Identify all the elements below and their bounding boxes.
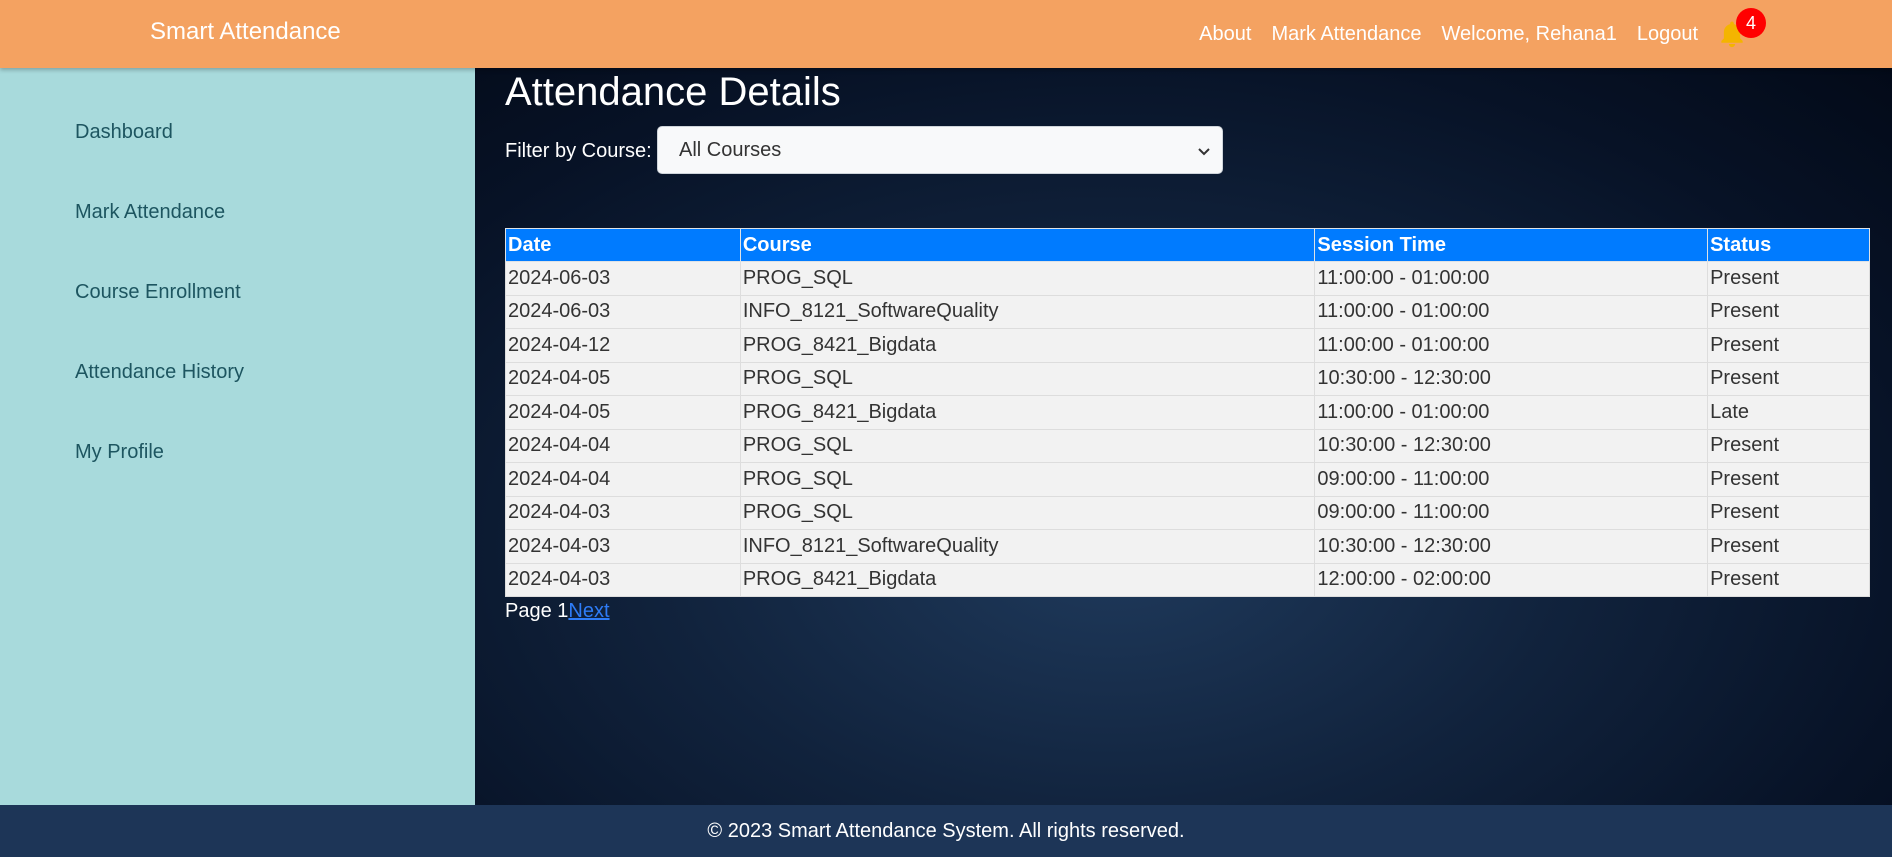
cell-status: Present [1707,428,1870,463]
table-row: 2024-04-03 INFO_8121_SoftwareQuality 10:… [505,529,1870,564]
chevron-down-icon [1198,148,1210,156]
cell-course: PROG_SQL [739,261,1316,296]
cell-session-time: 11:00:00 - 01:00:00 [1314,395,1709,430]
cell-session-time: 12:00:00 - 02:00:00 [1314,562,1709,597]
cell-course: PROG_SQL [739,361,1316,396]
footer-copyright: © 2023 Smart Attendance System. All righ… [707,819,1185,842]
nav-welcome-user[interactable]: Welcome, Rehana1 [1442,23,1617,46]
column-header-session-time[interactable]: Session Time [1314,228,1709,262]
cell-course: INFO_8121_SoftwareQuality [739,294,1316,329]
cell-course: INFO_8121_SoftwareQuality [739,529,1316,564]
sidebar-item-dashboard[interactable]: Dashboard [75,121,173,144]
page-indicator: Page 1 [505,600,569,622]
column-header-date[interactable]: Date [505,228,741,262]
table-row: 2024-04-05 PROG_SQL 10:30:00 - 12:30:00 … [505,361,1870,396]
cell-session-time: 09:00:00 - 11:00:00 [1314,495,1709,530]
pagination: Page 1Next [505,600,610,623]
cell-status: Late [1707,395,1870,430]
sidebar: Dashboard Mark Attendance Course Enrollm… [0,68,475,805]
table-row: 2024-04-03 PROG_8421_Bigdata 12:00:00 - … [505,562,1870,597]
cell-course: PROG_8421_Bigdata [739,562,1316,597]
cell-session-time: 09:00:00 - 11:00:00 [1314,462,1709,497]
notifications-button[interactable]: 4 [1714,8,1766,54]
cell-session-time: 11:00:00 - 01:00:00 [1314,328,1709,363]
column-header-status[interactable]: Status [1707,228,1870,262]
cell-status: Present [1707,328,1870,363]
cell-date: 2024-04-04 [505,462,741,497]
navbar-links: About Mark Attendance Welcome, Rehana1 L… [1199,0,1766,68]
cell-session-time: 11:00:00 - 01:00:00 [1314,294,1709,329]
cell-course: PROG_SQL [739,428,1316,463]
table-row: 2024-06-03 INFO_8121_SoftwareQuality 11:… [505,294,1870,329]
cell-status: Present [1707,361,1870,396]
cell-date: 2024-06-03 [505,261,741,296]
cell-course: PROG_8421_Bigdata [739,328,1316,363]
cell-date: 2024-04-04 [505,428,741,463]
cell-session-time: 11:00:00 - 01:00:00 [1314,261,1709,296]
table-row: 2024-04-03 PROG_SQL 09:00:00 - 11:00:00 … [505,495,1870,530]
nav-mark-attendance-link[interactable]: Mark Attendance [1271,23,1421,46]
course-filter-select[interactable]: All Courses [657,126,1223,174]
table-row: 2024-06-03 PROG_SQL 11:00:00 - 01:00:00 … [505,261,1870,296]
cell-date: 2024-04-12 [505,328,741,363]
cell-date: 2024-04-03 [505,562,741,597]
cell-course: PROG_SQL [739,462,1316,497]
course-filter-selected-value: All Courses [679,138,782,161]
top-navbar: Smart Attendance About Mark Attendance W… [0,0,1892,68]
cell-date: 2024-04-03 [505,495,741,530]
cell-date: 2024-04-03 [505,529,741,564]
cell-date: 2024-04-05 [505,361,741,396]
cell-session-time: 10:30:00 - 12:30:00 [1314,361,1709,396]
cell-session-time: 10:30:00 - 12:30:00 [1314,428,1709,463]
table-row: 2024-04-04 PROG_SQL 09:00:00 - 11:00:00 … [505,462,1870,497]
main-content: Attendance Details Filter by Course: All… [475,68,1892,805]
cell-status: Present [1707,261,1870,296]
cell-status: Present [1707,462,1870,497]
footer: © 2023 Smart Attendance System. All righ… [0,805,1892,857]
course-filter-label: Filter by Course: [505,140,652,162]
next-page-link[interactable]: Next [568,600,609,622]
table-row: 2024-04-04 PROG_SQL 10:30:00 - 12:30:00 … [505,428,1870,463]
sidebar-item-course-enrollment[interactable]: Course Enrollment [75,281,241,304]
nav-about-link[interactable]: About [1199,23,1251,46]
column-header-course[interactable]: Course [739,228,1316,262]
table-row: 2024-04-12 PROG_8421_Bigdata 11:00:00 - … [505,328,1870,363]
table-header-row: Date Course Session Time Status [505,228,1870,262]
cell-date: 2024-04-05 [505,395,741,430]
cell-session-time: 10:30:00 - 12:30:00 [1314,529,1709,564]
cell-date: 2024-06-03 [505,294,741,329]
cell-status: Present [1707,294,1870,329]
sidebar-item-attendance-history[interactable]: Attendance History [75,361,244,384]
sidebar-item-mark-attendance[interactable]: Mark Attendance [75,201,225,224]
page-title: Attendance Details [505,70,841,114]
notification-count-badge: 4 [1736,8,1766,38]
attendance-table: Date Course Session Time Status 2024-06-… [505,228,1870,597]
cell-status: Present [1707,495,1870,530]
brand-link[interactable]: Smart Attendance [150,18,341,46]
cell-status: Present [1707,529,1870,564]
sidebar-item-my-profile[interactable]: My Profile [75,441,164,464]
cell-course: PROG_8421_Bigdata [739,395,1316,430]
cell-status: Present [1707,562,1870,597]
nav-logout-link[interactable]: Logout [1637,23,1698,46]
table-row: 2024-04-05 PROG_8421_Bigdata 11:00:00 - … [505,395,1870,430]
cell-course: PROG_SQL [739,495,1316,530]
